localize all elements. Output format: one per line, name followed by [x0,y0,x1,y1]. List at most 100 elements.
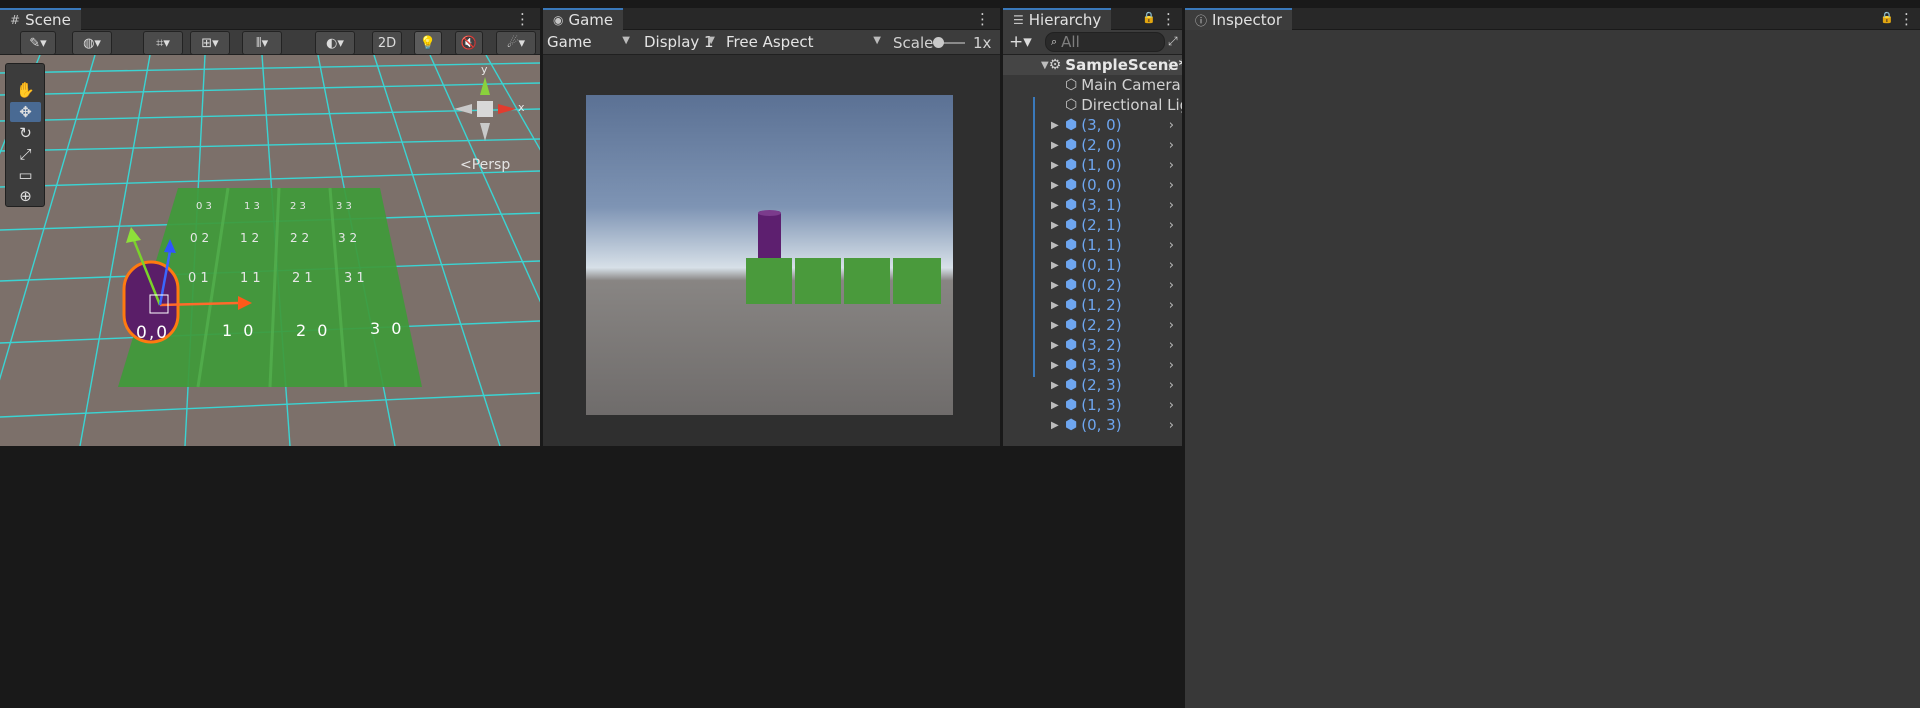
chevron-right-icon[interactable]: › [1169,298,1174,313]
fold-arrow-icon: ▶ [1051,159,1059,171]
chevron-right-icon[interactable]: › [1169,218,1174,233]
tree-item-main-camera[interactable]: ⬡ Main Camera [1003,75,1182,95]
game-panel: ◉ Game ⋮ Game ▼ Display 1 ▼ Free Aspect ▼ S… [543,8,1000,446]
tree-item-prefab[interactable]: ▶ ⬢ (1, 0) › [1003,155,1182,175]
display-dropdown[interactable]: Display 1 ▼ [640,32,720,52]
tile-label: 1 2 [240,231,260,245]
hierarchy-search-input[interactable]: ⌕ All [1045,32,1165,52]
tab-inspector[interactable]: ⓘ Inspector [1185,8,1292,30]
tree-item-prefab[interactable]: ▶ ⬢ (0, 1) › [1003,255,1182,275]
shading-mode-button[interactable]: ◐▾ [315,31,355,55]
chevron-right-icon[interactable]: › [1169,198,1174,213]
scene-menu-icon[interactable]: ⋮ [1163,58,1176,73]
fold-arrow-icon: ▶ [1051,239,1059,251]
fold-arrow-icon: ▶ [1051,319,1059,331]
chevron-right-icon[interactable]: › [1169,258,1174,273]
tree-item-prefab[interactable]: ▶ ⬢ (1, 1) › [1003,235,1182,255]
unity-scene-icon: ⚙ [1048,57,1062,73]
tile-label: 3 2 [338,231,358,245]
tree-item-prefab[interactable]: ▶ ⬢ (1, 3) › [1003,395,1182,415]
tree-item-prefab[interactable]: ▶ ⬢ (3, 2) › [1003,335,1182,355]
chevron-right-icon[interactable]: › [1169,398,1174,413]
tree-item-prefab[interactable]: ▶ ⬢ (1, 2) › [1003,295,1182,315]
hierarchy-menu-icon[interactable]: ⋮ [1161,10,1176,28]
chevron-right-icon[interactable]: › [1169,178,1174,193]
chevron-right-icon[interactable]: › [1169,238,1174,253]
chevron-right-icon[interactable]: › [1169,418,1174,433]
tile-label: 3 3 [336,201,352,212]
chevron-right-icon[interactable]: › [1169,118,1174,133]
chevron-down-icon: ▼ [622,35,630,46]
tab-scene[interactable]: # Scene [0,8,81,30]
lock-icon[interactable]: 🔒 [1142,11,1156,24]
chevron-right-icon[interactable]: › [1169,338,1174,353]
scene-root-row[interactable]: ▼ ⚙ SampleScene* ⋮ [1003,55,1182,75]
chevron-right-icon[interactable]: › [1169,158,1174,173]
tree-item-prefab[interactable]: ▶ ⬢ (3, 0) › [1003,115,1182,135]
display-value: Display 1 [644,33,714,51]
rotate-tool-icon[interactable]: ↻ [10,123,41,143]
move-tool-icon[interactable]: ✥ [10,102,41,122]
game-viewport[interactable] [586,95,953,415]
fold-arrow-icon: ▶ [1051,399,1059,411]
tree-item-label: (2, 1) [1081,216,1122,234]
scene-menu-icon[interactable]: ⋮ [515,10,530,28]
prefab-icon: ⬢ [1065,237,1078,253]
tree-item-label: (1, 0) [1081,156,1122,174]
hand-tool-icon[interactable]: ✋ [10,80,41,100]
chevron-right-icon[interactable]: › [1169,318,1174,333]
tree-item-directional-light[interactable]: ⬡ Directional Light [1003,95,1182,115]
globe-dropdown-button[interactable]: ◍▾ [72,31,112,55]
tree-item-label: (0, 1) [1081,256,1122,274]
tab-game[interactable]: ◉ Game [543,8,624,30]
tree-item-prefab[interactable]: ▶ ⬢ (0, 2) › [1003,275,1182,295]
tree-item-prefab[interactable]: ▶ ⬢ (3, 3) › [1003,355,1182,375]
tree-item-prefab[interactable]: ▶ ⬢ (0, 3) › [1003,415,1182,435]
tab-hierarchy[interactable]: ☰ Hierarchy [1003,8,1112,30]
tree-item-prefab[interactable]: ▶ ⬢ (2, 0) › [1003,135,1182,155]
game-mode-dropdown[interactable]: Game ▼ [543,32,635,52]
prefab-icon: ⬢ [1065,157,1078,173]
tile-label: 2 2 [290,231,310,245]
fold-arrow-icon: ▶ [1051,299,1059,311]
mode-2d-button[interactable]: 2D [372,31,402,55]
tree-item-prefab[interactable]: ▶ ⬢ (2, 1) › [1003,215,1182,235]
tree-item-prefab[interactable]: ▶ ⬢ (0, 0) › [1003,175,1182,195]
gizmo-x-label: x [518,101,525,114]
game-menu-icon[interactable]: ⋮ [975,10,990,28]
orientation-gizmo-icon[interactable] [450,73,520,143]
search-options-icon[interactable]: ⤢ [1168,34,1178,49]
chevron-right-icon[interactable]: › [1169,378,1174,393]
scale-slider-thumb[interactable] [933,37,944,48]
chevron-right-icon[interactable]: › [1169,278,1174,293]
chevron-right-icon[interactable]: › [1169,358,1174,373]
scale-slider[interactable] [933,37,965,48]
increment-snap-button[interactable]: ⦀▾ [242,31,282,55]
tile-label: 0 1 [188,271,209,286]
audio-toggle-icon[interactable]: 🔇 [455,31,483,55]
tree-item-label: (0, 2) [1081,276,1122,294]
lock-icon[interactable]: 🔒 [1880,11,1894,24]
fold-arrow-icon: ▶ [1051,259,1059,271]
tree-item-prefab[interactable]: ▶ ⬢ (2, 2) › [1003,315,1182,335]
tree-item-label: (0, 3) [1081,416,1122,434]
draw-mode-button[interactable]: ✎▾ [20,31,56,55]
scene-toolbar: ✎▾ ◍▾ ⌗▾ ⊞▾ ⦀▾ ◐▾ 2D 💡 🔇 ☄▾ [0,30,540,55]
tree-item-prefab[interactable]: ▶ ⬢ (3, 1) › [1003,195,1182,215]
rect-tool-icon[interactable]: ▭ [10,165,41,185]
transform-tool-icon[interactable]: ⊕ [10,186,41,206]
fold-arrow-icon: ▼ [1041,59,1049,71]
inspector-menu-icon[interactable]: ⋮ [1899,10,1914,28]
grid-snap-button[interactable]: ⊞▾ [190,31,230,55]
scale-tool-icon[interactable]: ⤢ [10,144,41,164]
inspector-panel: ⓘ Inspector 🔒 ⋮ [1185,8,1920,708]
chevron-right-icon[interactable]: › [1169,138,1174,153]
aspect-dropdown[interactable]: Free Aspect ▼ [722,32,886,52]
add-object-button[interactable]: +▾ [1009,32,1032,52]
lighting-toggle-icon[interactable]: 💡 [414,31,442,55]
effects-toggle-icon[interactable]: ☄▾ [496,31,536,55]
persp-label[interactable]: <Persp [460,157,510,173]
tree-item-prefab[interactable]: ▶ ⬢ (2, 3) › [1003,375,1182,395]
pivot-button[interactable]: ⌗▾ [143,31,183,55]
scene-viewport[interactable]: 0 3 1 3 2 3 3 3 0 2 1 2 2 2 3 2 0 1 1 1 … [0,55,540,446]
